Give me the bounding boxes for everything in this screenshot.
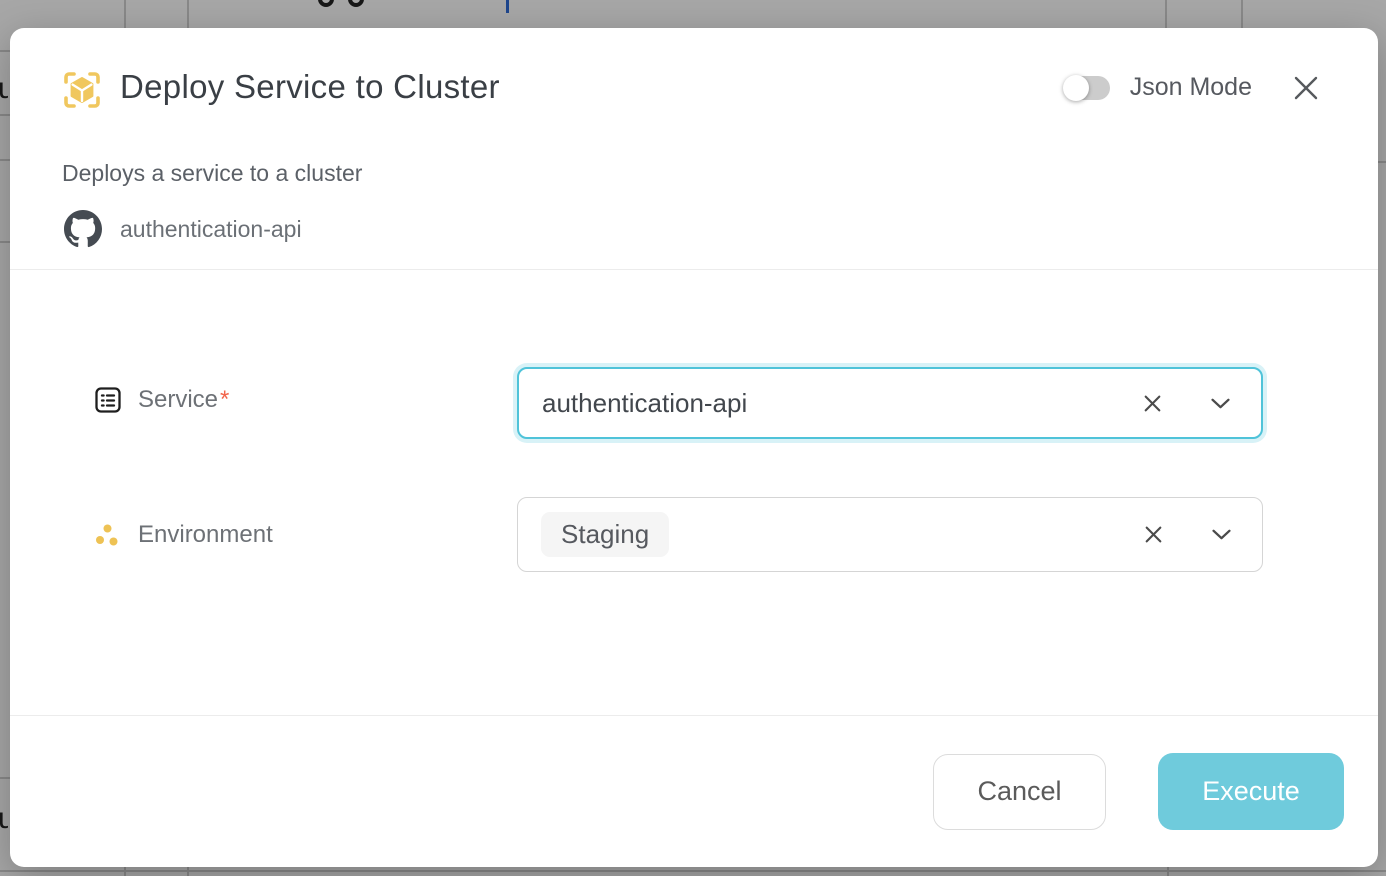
service-select[interactable]: authentication-api [517,367,1263,439]
toggle-knob [1063,75,1089,101]
chevron-down-icon[interactable] [1212,529,1231,540]
environment-field-label: Environment [92,520,273,550]
footer-actions: Cancel Execute [933,753,1344,830]
environment-tag: Staging [541,512,669,557]
footer-divider [10,715,1378,716]
github-icon [64,210,102,248]
deploy-service-modal: Deploy Service to Cluster Json Mode Depl… [10,28,1378,867]
service-select-value: authentication-api [519,388,1142,419]
cancel-button[interactable]: Cancel [933,754,1106,830]
json-mode-toggle[interactable] [1064,76,1110,100]
dots-cluster-icon [92,520,122,550]
modal-title: Deploy Service to Cluster [120,68,500,106]
header-divider [10,269,1378,270]
required-asterisk: * [220,386,229,414]
chevron-down-icon[interactable] [1211,398,1230,409]
environment-select[interactable]: Staging [517,497,1263,572]
execute-button[interactable]: Execute [1158,753,1344,830]
cube-scan-icon [62,70,102,110]
modal-description: Deploys a service to a cluster [62,160,362,187]
repo-row: authentication-api [64,210,302,248]
repo-name: authentication-api [120,216,302,243]
json-mode-label: Json Mode [1130,73,1252,102]
service-field-label: Service* [94,386,229,414]
field-label-text: Environment [138,521,273,549]
clear-icon[interactable] [1142,393,1163,414]
clear-icon[interactable] [1143,524,1164,545]
screen: u u Depl [0,0,1386,876]
list-details-icon [94,386,122,414]
close-icon[interactable] [1292,74,1320,102]
field-label-text: Service [138,386,218,414]
